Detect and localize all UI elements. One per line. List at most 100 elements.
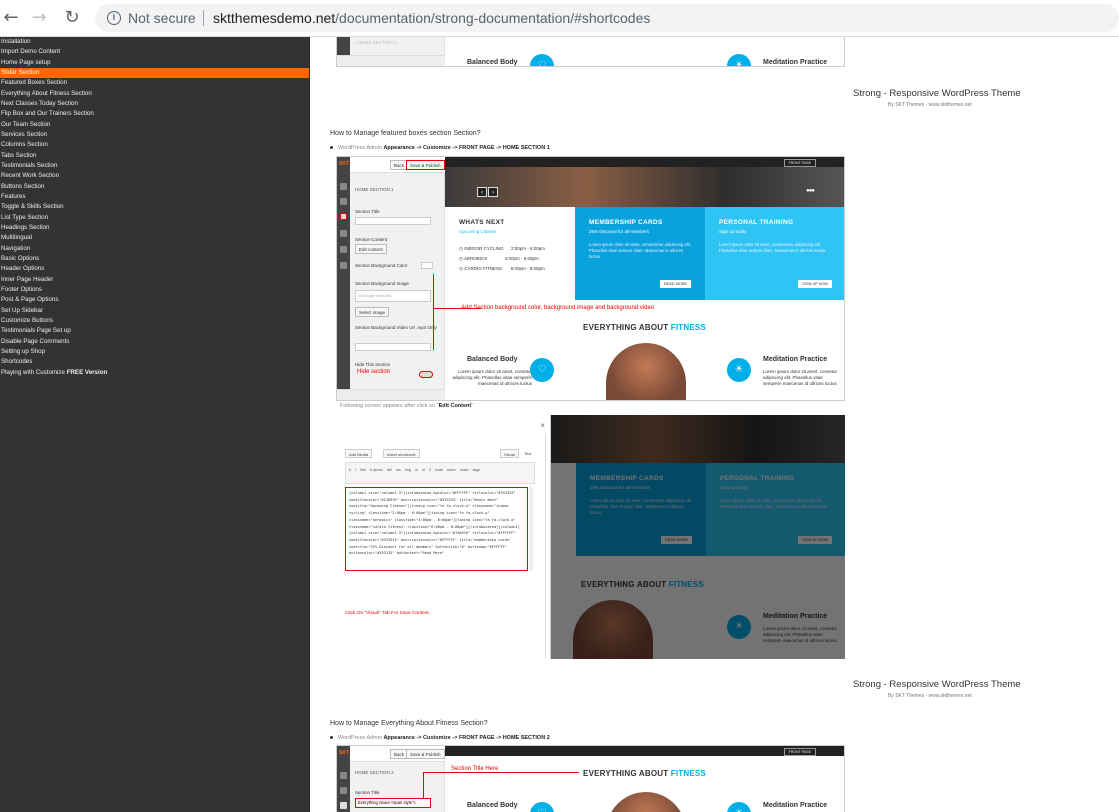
save-publish-button[interactable]: Save & Publish	[406, 749, 445, 759]
sidebar-item[interactable]: Post & Page Options	[0, 295, 309, 305]
bg-video-field[interactable]	[355, 343, 431, 351]
select-image-button[interactable]: Select image	[355, 307, 390, 317]
reload-icon[interactable]: ↻	[61, 7, 83, 29]
slider-dots[interactable]: ●●●	[806, 188, 815, 194]
class-time: 4:00pm - 6:00pm	[504, 256, 539, 261]
add-media-button[interactable]: Add Media	[345, 449, 373, 458]
sidebar-item[interactable]: Shortcodes	[0, 357, 309, 367]
class-row: ◷ AEROBICS 4:00pm - 6:00pm	[459, 256, 539, 261]
shortcode-textarea[interactable]: [column1 size="column1-3"][infoboxarea b…	[345, 487, 528, 571]
rail-icon[interactable]	[340, 262, 347, 269]
read-more-button[interactable]: READ MORE	[660, 280, 691, 288]
slider-prev-icon[interactable]: ‹	[477, 187, 487, 197]
sidebar-item[interactable]: Testimonials Section	[0, 161, 309, 171]
sidebar-item[interactable]: Inner Page Header	[0, 275, 309, 285]
sidebar-item[interactable]: Services Section	[0, 130, 309, 140]
rail-icon[interactable]	[340, 787, 347, 794]
no-image-field[interactable]: No image selected	[355, 290, 431, 302]
hero-slider: FRONT PAGE ‹ › ●●●	[445, 157, 844, 207]
sidebar-item[interactable]: Home Page setup	[0, 58, 309, 68]
rail-icon[interactable]	[340, 183, 347, 190]
sidebar-item[interactable]: Buttons Section	[0, 182, 309, 192]
text-tab[interactable]: Text	[521, 449, 534, 458]
url-path: /documentation/strong-documentation/#sho…	[335, 10, 651, 26]
sidebar-item[interactable]: Import Demo Content	[0, 47, 309, 57]
sidebar-item[interactable]: Tabs Section	[0, 151, 309, 161]
sidebar-item[interactable]: Our Team Section	[0, 120, 309, 130]
info-icon[interactable]: i	[107, 11, 121, 25]
screenshot-edit-content: MEMBERSHIP CARDS 25% Discount for all me…	[336, 415, 845, 659]
front-page-pill[interactable]: FRONT PAGE	[783, 748, 816, 756]
not-secure-label[interactable]: Not secure	[128, 10, 196, 26]
sidebar-item[interactable]: Installation	[0, 37, 309, 47]
sign-up-button[interactable]: SIGN UP NOW	[798, 280, 832, 288]
hide-toggle[interactable]	[419, 371, 433, 378]
toolbar-buttons[interactable]: b i link b-quote del ins img ul ol li co…	[346, 463, 534, 477]
insert-shortcode-button[interactable]: Insert shortcode	[383, 449, 420, 458]
rail-icon[interactable]	[340, 230, 347, 237]
visual-tab[interactable]: Visual	[500, 449, 519, 458]
sidebar-item[interactable]: Columns Section	[0, 140, 309, 150]
sidebar-item[interactable]: Testimonials Page Set up	[0, 326, 309, 336]
section-title-field[interactable]: Everything About <span style"c	[355, 798, 431, 808]
sidebar-nav-list: Installation Import Demo Content Home Page…	[0, 37, 309, 378]
rail-icon-active[interactable]	[340, 213, 347, 220]
class-time: 2:00pm - 6:00pm	[510, 246, 545, 251]
slider-next-icon[interactable]: ›	[488, 187, 498, 197]
rail-icon-active[interactable]	[340, 802, 347, 809]
theme-credit: By SKT Themes - www.sktthemes.net	[888, 102, 972, 108]
trainer-photo	[606, 343, 686, 400]
sidebar-item[interactable]: Next Classes Today Section	[0, 99, 309, 109]
edit-content-button[interactable]: Edit content	[355, 244, 387, 254]
forward-arrow-icon[interactable]: →	[28, 7, 50, 29]
sidebar-item[interactable]: Disable Page Comments	[0, 337, 309, 347]
section-title-field[interactable]	[355, 217, 431, 225]
textarea-scrollbar[interactable]	[529, 487, 533, 571]
color-picker[interactable]	[421, 262, 433, 269]
front-page-pill[interactable]: FRONT PAGE	[783, 159, 816, 167]
sidebar-item[interactable]: Set Up Sidebar	[0, 306, 309, 316]
section-title-label: Section Title	[355, 209, 380, 214]
bg-color-label: Section Background Color	[355, 263, 408, 268]
rail-icon[interactable]	[340, 198, 347, 205]
save-publish-button[interactable]: Save & Publish	[406, 160, 445, 170]
rail-icon[interactable]	[340, 246, 347, 253]
sidebar-item[interactable]: Customize Buttons	[0, 316, 309, 326]
sidebar-item[interactable]: Recent Work Section	[0, 171, 309, 181]
sidebar-item[interactable]: Footer Options	[0, 285, 309, 295]
sidebar-item-label: Featured Boxes Section	[1, 79, 68, 87]
sidebar-item[interactable]: Everything About Fitness Section	[0, 89, 309, 99]
hero-topbar: FRONT PAGE	[445, 157, 844, 167]
customizer-footer	[337, 389, 445, 400]
sidebar-item-label: Header Options	[1, 265, 45, 273]
address-bar[interactable]: i Not secure sktthemesdemo.net/documenta…	[95, 4, 1119, 32]
sidebar-item[interactable]: Setting up Shop	[0, 347, 309, 357]
theme-title: Strong - Responsive WordPress Theme	[853, 679, 1021, 690]
sidebar-item[interactable]: Basic Options	[0, 254, 309, 264]
url-text[interactable]: sktthemesdemo.net/documentation/strong-d…	[213, 10, 650, 26]
close-icon[interactable]: ×	[540, 421, 545, 430]
sidebar-item-label: Testimonials Section	[1, 161, 58, 169]
sidebar-item[interactable]: Toggle & Skills Section	[0, 202, 309, 212]
sidebar-item[interactable]: Headings Section	[0, 223, 309, 233]
omnibox-separator	[203, 10, 204, 26]
sidebar-item[interactable]: Flip Box and Our Trainers Section	[0, 109, 309, 119]
sidebar-item-label: Post & Page Options	[1, 296, 59, 304]
sidebar-item[interactable]: Playing with Customize FREE Version	[0, 368, 309, 378]
sidebar-item-label: Our Team Section	[1, 120, 51, 128]
screenshot-top-partial: < HOME SECTION 1 Balanced Body ♡ ☀ Medit…	[336, 37, 845, 67]
sidebar-item[interactable]: Multilingual	[0, 233, 309, 243]
membership-sub: 25% Discount for all members	[589, 229, 650, 234]
sidebar-item[interactable]: Navigation	[0, 244, 309, 254]
sidebar-item[interactable]: Featured Boxes Section	[0, 78, 309, 88]
question-fitness-section: How to Manage Everything About Fitness S…	[330, 720, 488, 727]
sidebar-item[interactable]: List Type Section	[0, 213, 309, 223]
rail-icon[interactable]	[340, 772, 347, 779]
sidebar-item[interactable]: Header Options	[0, 264, 309, 274]
sidebar-item[interactable]: Features	[0, 192, 309, 202]
back-arrow-icon[interactable]: ←	[0, 7, 22, 29]
edit-content-modal: × Add Media Insert shortcode Visual Text…	[336, 415, 551, 659]
sidebar-item[interactable]: Slider Section	[0, 67, 309, 79]
sidebar-item-label: Import Demo Content	[1, 48, 61, 56]
customizer-panel: SKT Back Save & Publish HOME SECTION 2 S…	[337, 746, 445, 812]
